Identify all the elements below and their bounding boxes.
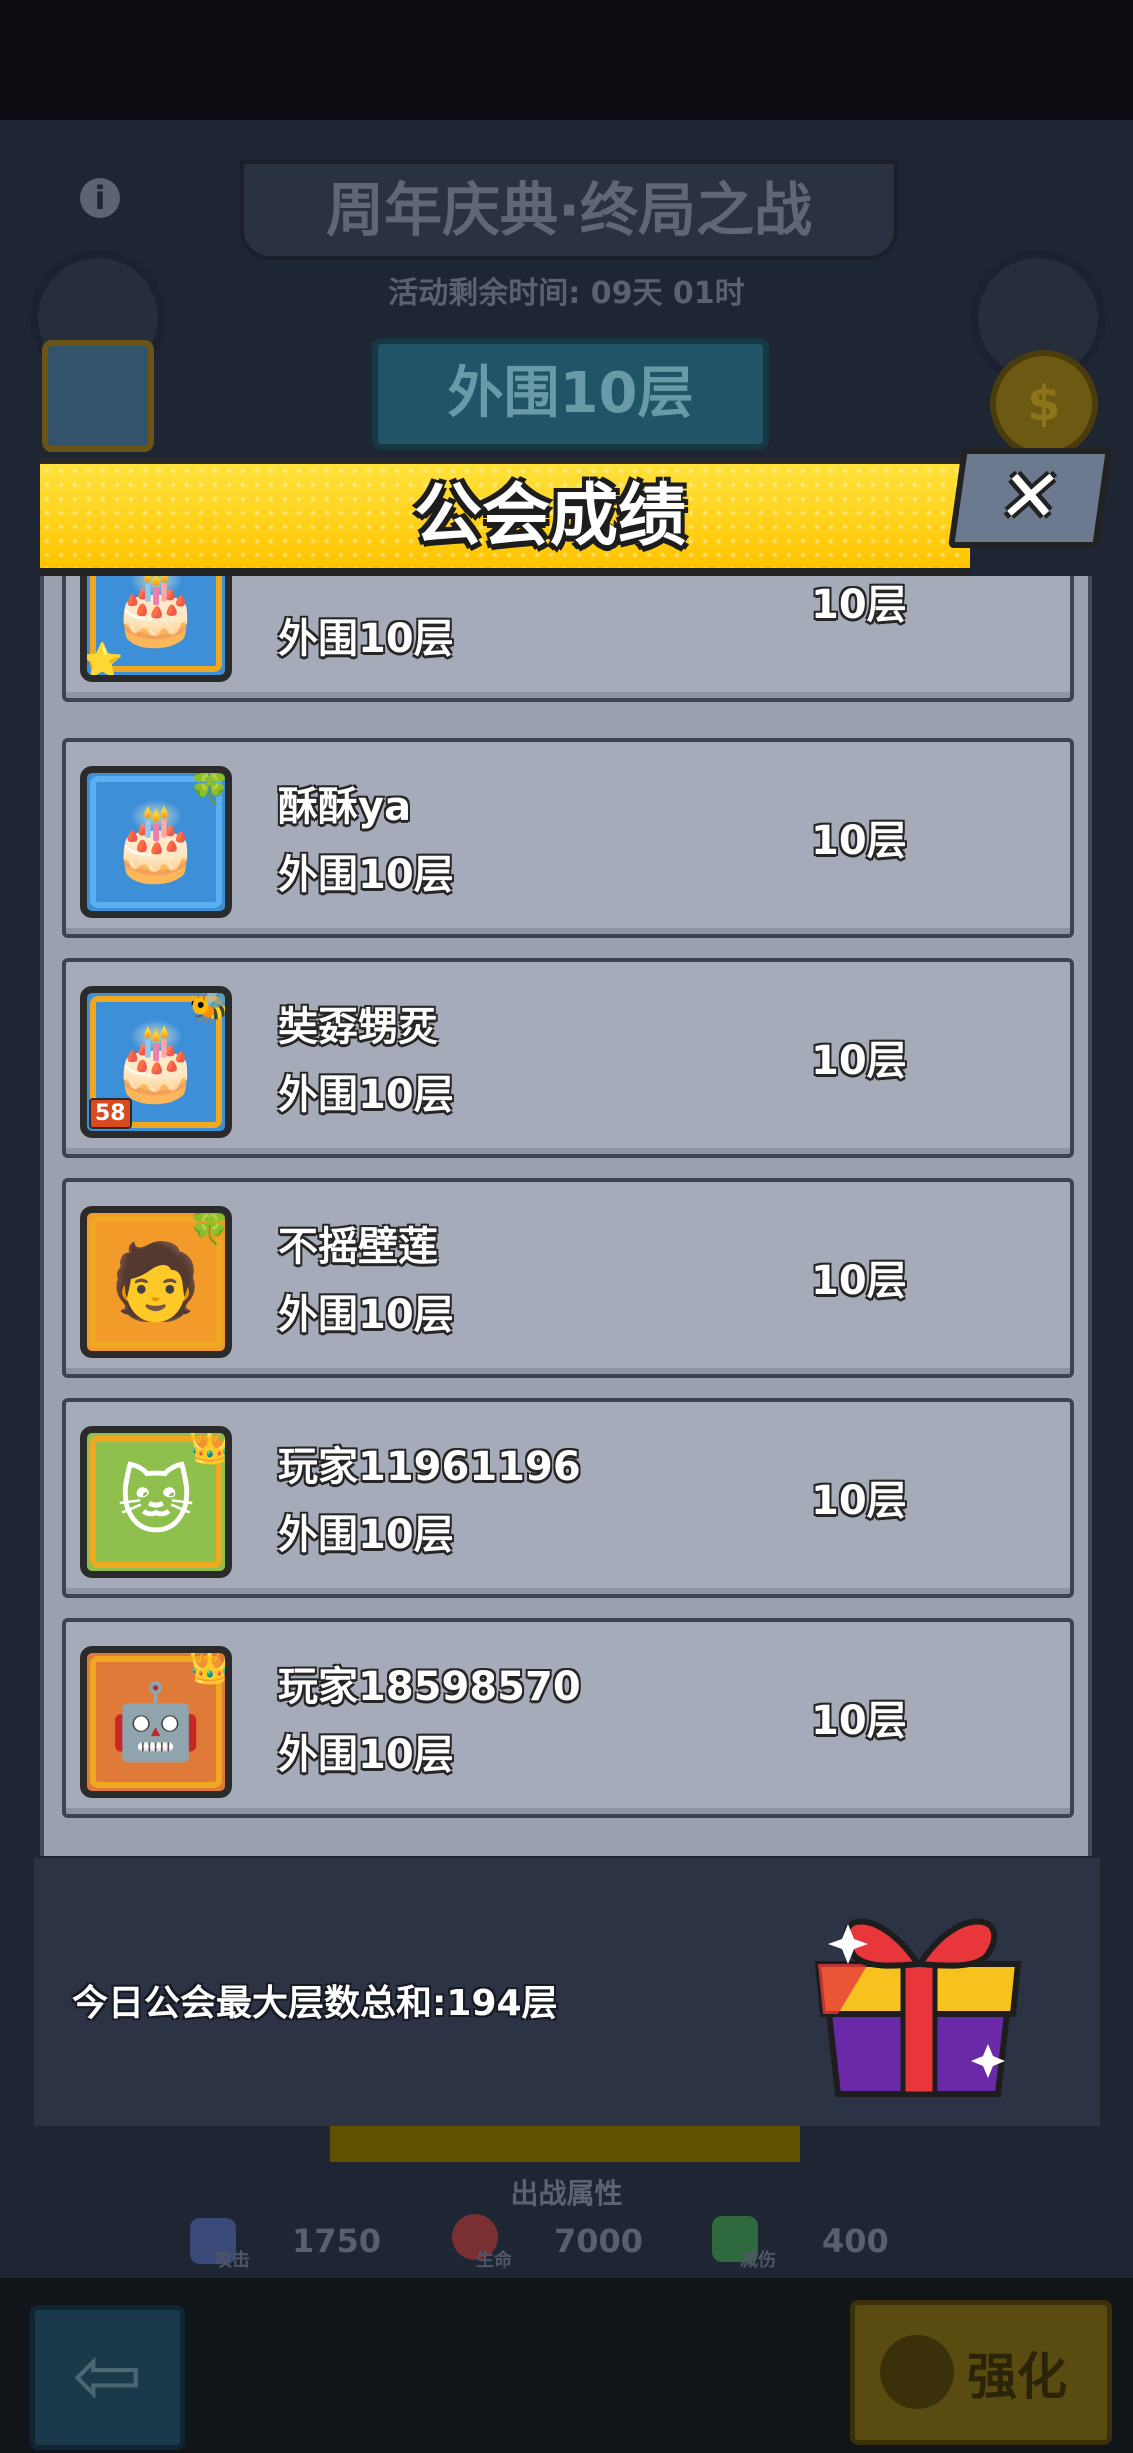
level-badge: 58 bbox=[89, 1098, 132, 1129]
clover-icon: 🍀 bbox=[188, 767, 231, 807]
strength-icon bbox=[880, 2335, 954, 2409]
cake-avatar-icon: 🎂 🍀 bbox=[80, 766, 232, 918]
member-floor: 10层 bbox=[811, 1478, 907, 1524]
coin-icon[interactable]: $ bbox=[990, 350, 1098, 458]
event-timer: 活动剩余时间: 09天 01时 bbox=[388, 276, 745, 311]
member-floor: 10层 bbox=[811, 1038, 907, 1084]
list-item[interactable]: 🎂 🐝 58 奘孬甥烎 外围10层 10层 bbox=[62, 958, 1074, 1158]
close-icon: ✕ bbox=[994, 454, 1067, 538]
background-strip bbox=[330, 2120, 800, 2162]
member-zone: 外围10层 bbox=[278, 1732, 454, 1778]
member-floor: 10层 bbox=[811, 582, 907, 628]
gift-box bbox=[814, 1918, 1022, 2097]
crown-icon: 👑 bbox=[188, 1647, 231, 1687]
stats-title: 出战属性 bbox=[510, 2177, 623, 2210]
close-button[interactable]: ✕ bbox=[947, 448, 1113, 548]
gift-icon[interactable] bbox=[808, 1884, 1028, 2099]
guild-total-floors: 今日公会最大层数总和:194层 bbox=[72, 1983, 558, 2024]
info-icon[interactable]: i bbox=[80, 178, 120, 218]
cake-avatar-icon: 🎂 ⭐ bbox=[80, 576, 232, 682]
member-zone: 外围10层 bbox=[278, 616, 454, 662]
stat-label-attack: 攻击 bbox=[214, 2250, 250, 2271]
cat-avatar-icon: 🐱 👑 bbox=[80, 1426, 232, 1578]
member-zone: 外围10层 bbox=[278, 1072, 454, 1118]
stat-label-reduction: 减伤 bbox=[740, 2250, 776, 2271]
robot-avatar-icon: 🤖 👑 bbox=[80, 1646, 232, 1798]
member-name: 玩家11961196 bbox=[278, 1444, 581, 1490]
member-floor: 10层 bbox=[811, 1698, 907, 1744]
list-item[interactable]: 🧑 🍀 不摇壁莲 外围10层 10层 bbox=[62, 1178, 1074, 1378]
member-zone: 外围10层 bbox=[278, 1512, 454, 1558]
member-zone: 外围10层 bbox=[278, 852, 454, 898]
stat-label-hp: 生命 bbox=[476, 2250, 512, 2271]
stat-value-attack: 1750 bbox=[292, 2222, 382, 2260]
list-item[interactable]: 🐱 👑 玩家11961196 外围10层 10层 bbox=[62, 1398, 1074, 1598]
crown-icon: 👑 bbox=[188, 1427, 231, 1467]
list-item[interactable]: 🎂 🍀 酥酥ya 外围10层 10层 bbox=[62, 738, 1074, 938]
bee-icon: 🐝 bbox=[188, 987, 231, 1027]
guild-results-list[interactable]: 🎂 ⭐ 外围10层 10层 🎂 🍀 酥酥ya 外围10层 10层 🎂 🐝 58 bbox=[40, 576, 1092, 1856]
member-zone: 外围10层 bbox=[278, 1292, 454, 1338]
stat-value-hp: 7000 bbox=[554, 2222, 644, 2260]
member-name: 奘孬甥烎 bbox=[278, 1004, 438, 1050]
red-hair-avatar-icon: 🧑 🍀 bbox=[80, 1206, 232, 1358]
member-floor: 10层 bbox=[811, 1258, 907, 1304]
event-title: 周年庆典·终局之战 bbox=[240, 160, 898, 260]
member-floor: 10层 bbox=[811, 818, 907, 864]
back-button[interactable]: ⇦ bbox=[30, 2305, 185, 2450]
cake-avatar-icon: 🎂 🐝 58 bbox=[80, 986, 232, 1138]
clover-icon: 🍀 bbox=[188, 1207, 231, 1247]
list-item[interactable]: 🤖 👑 玩家18598570 外围10层 10层 bbox=[62, 1618, 1074, 1818]
member-name: 玩家18598570 bbox=[278, 1664, 581, 1710]
member-name: 酥酥ya bbox=[278, 784, 412, 830]
player-avatar[interactable] bbox=[42, 340, 154, 452]
modal-title: 公会成绩 bbox=[413, 477, 686, 556]
member-name: 不摇壁莲 bbox=[278, 1224, 438, 1270]
star-icon: ⭐ bbox=[81, 641, 124, 681]
current-floor-banner: 外围10层 bbox=[372, 338, 769, 450]
stat-value-reduction: 400 bbox=[822, 2222, 889, 2260]
list-item[interactable]: 🎂 ⭐ 外围10层 10层 bbox=[62, 576, 1074, 702]
